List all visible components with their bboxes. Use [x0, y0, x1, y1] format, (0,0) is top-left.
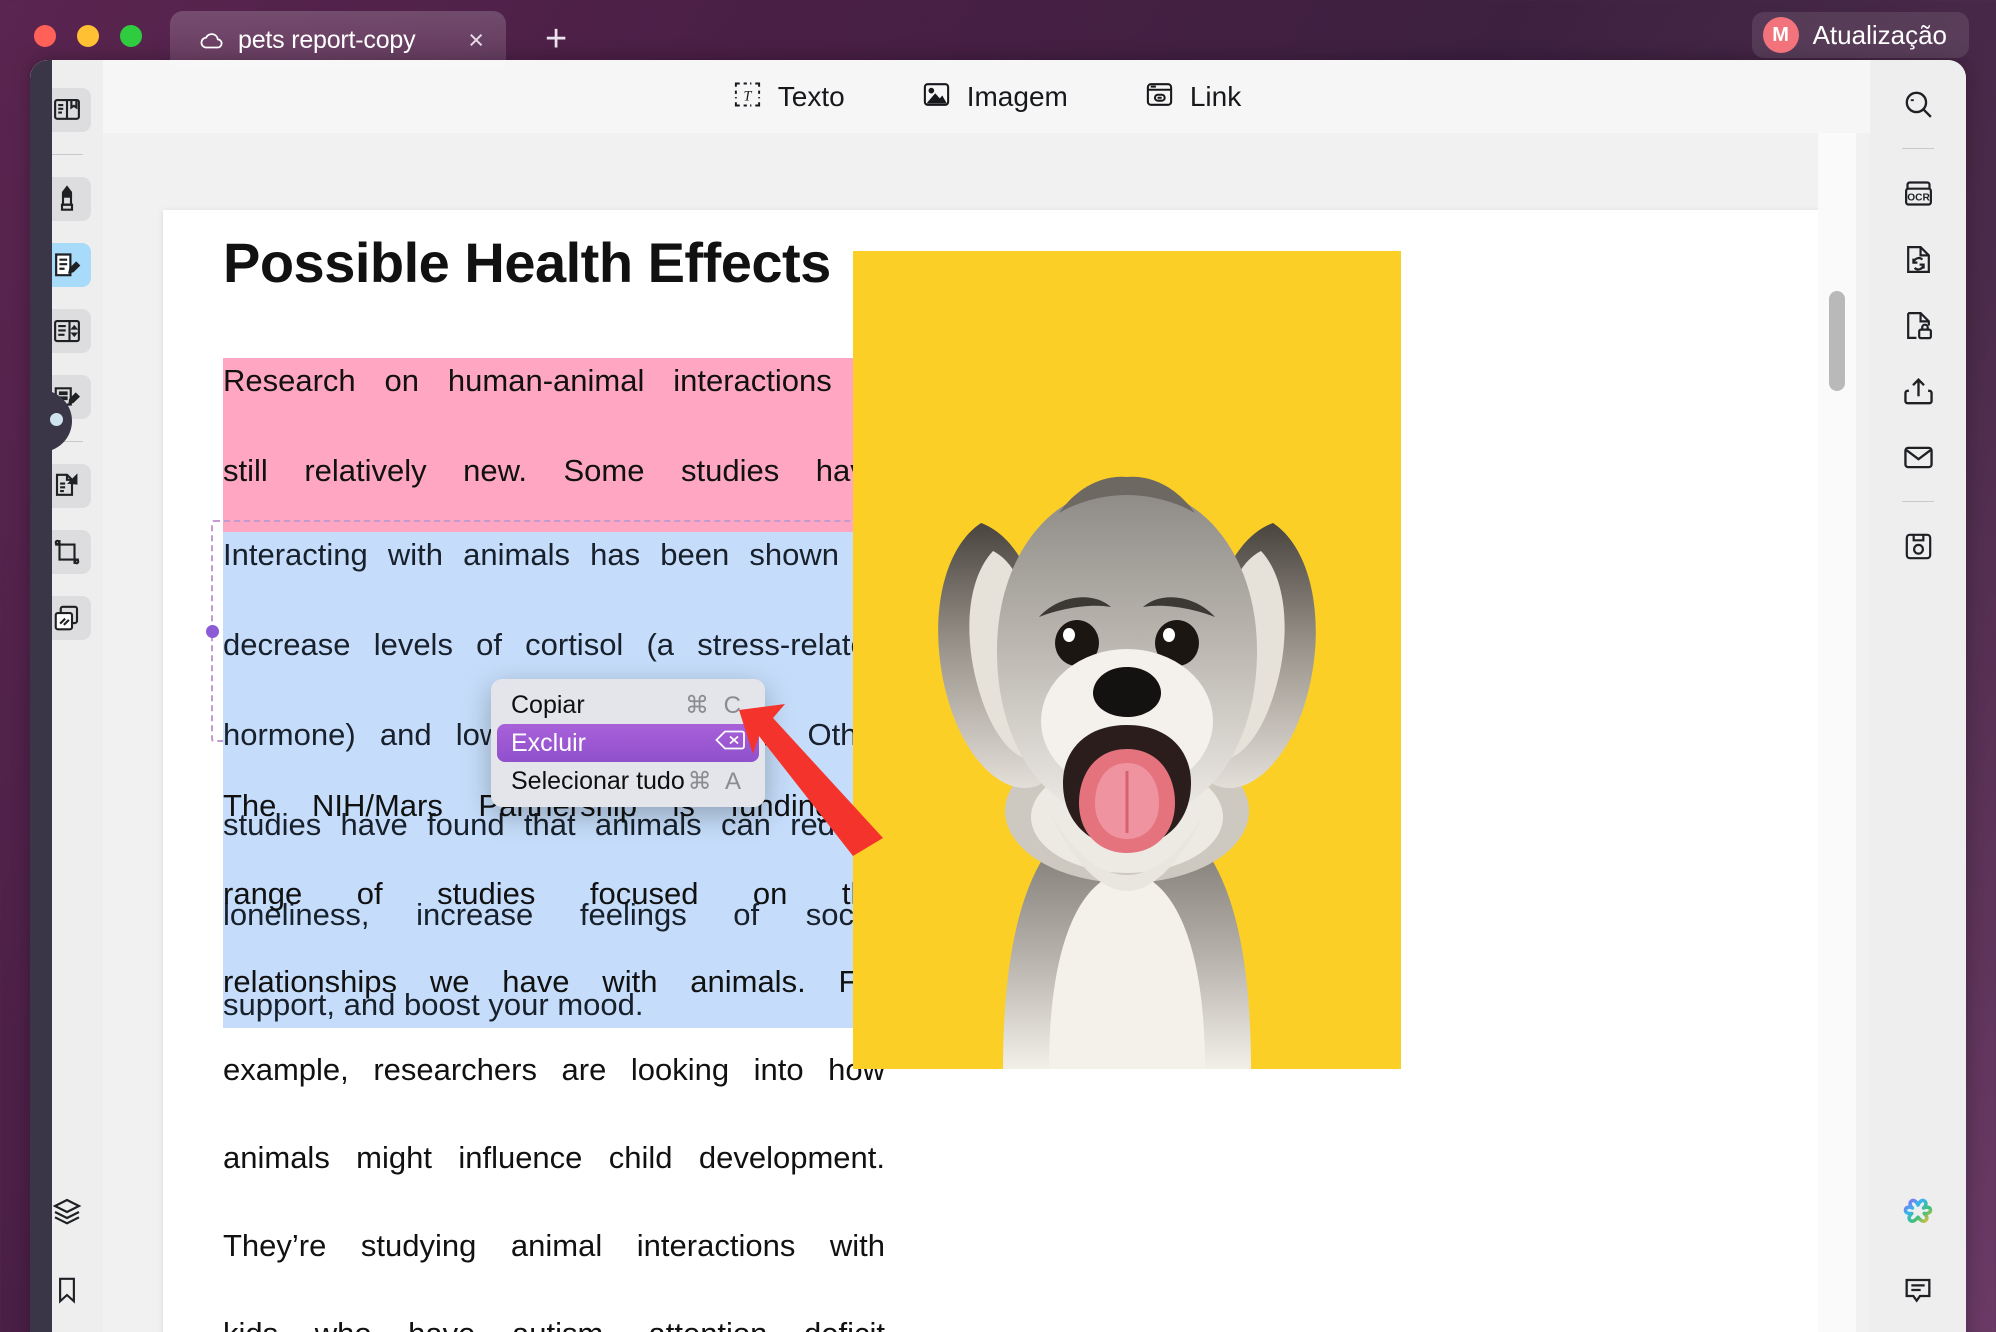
text-box-icon: T [732, 79, 763, 115]
convert-file-icon[interactable] [1894, 237, 1942, 281]
document-scrollbar[interactable] [1818, 133, 1856, 1332]
paragraph-line: animals might influence child developmen… [223, 1136, 885, 1224]
document-page[interactable]: Possible Health Effects Research on huma… [163, 210, 1837, 1332]
avatar: M [1763, 17, 1799, 53]
mail-icon[interactable] [1894, 435, 1942, 479]
app-window: T Texto Imagem [30, 60, 1966, 1332]
menu-item-label: Copiar [511, 691, 685, 720]
paragraph-line: They’re studying animal interactions wit… [223, 1224, 885, 1312]
rail-separator [1902, 501, 1934, 502]
menu-item-shortcut: ⌘ A [688, 767, 745, 796]
close-icon[interactable]: × [464, 27, 488, 54]
menu-item-label: Excluir [511, 729, 715, 758]
right-toolbar-rail: OCR [1870, 60, 1966, 1332]
paragraph-line: range of studies focused on the [223, 872, 885, 960]
image-icon [921, 79, 952, 115]
context-menu[interactable]: Copiar ⌘ C Excluir Selecionar tudo ⌘ A [491, 679, 765, 807]
traffic-lights [34, 25, 142, 47]
insert-toolbar: T Texto Imagem [103, 60, 1870, 133]
document-tab[interactable]: pets report-copy × [170, 11, 506, 70]
window-titlebar: pets report-copy × + M Atualização [0, 0, 1996, 70]
context-menu-item-excluir[interactable]: Excluir [497, 724, 759, 762]
sidebar-collapse-handle[interactable] [50, 413, 63, 426]
context-menu-item-copiar[interactable]: Copiar ⌘ C [497, 686, 759, 724]
maximize-window-button[interactable] [120, 25, 142, 47]
scrollbar-thumb[interactable] [1829, 291, 1845, 391]
paragraph-line: relationships we have with animals. For [223, 960, 885, 1048]
paragraph-line: Research on human-animal interactions is [223, 358, 883, 448]
minimize-window-button[interactable] [77, 25, 99, 47]
link-card-icon [1144, 79, 1175, 115]
context-menu-item-selecionar-tudo[interactable]: Selecionar tudo ⌘ A [497, 762, 759, 800]
account-label: Atualização [1813, 20, 1947, 51]
toolbar-item-imagem[interactable]: Imagem [921, 79, 1068, 115]
comment-icon[interactable] [1894, 1268, 1942, 1312]
close-window-button[interactable] [34, 25, 56, 47]
save-disk-icon[interactable] [1894, 524, 1942, 568]
rail-separator [51, 154, 83, 155]
cloud-icon [198, 30, 225, 52]
new-tab-button[interactable]: + [545, 20, 567, 58]
svg-text:T: T [743, 88, 752, 104]
tab-title: pets report-copy [238, 26, 451, 55]
paragraph-line: Interacting with animals has been shown … [223, 532, 885, 622]
plain-paragraph[interactable]: The NIH/Mars Partnership is funding a ra… [223, 784, 885, 1332]
page-title: Possible Health Effects [223, 230, 831, 295]
svg-text:OCR: OCR [1907, 192, 1930, 203]
toolbar-label: Texto [778, 81, 845, 113]
menu-item-shortcut: ⌘ C [685, 691, 745, 720]
dog-photo [853, 251, 1401, 1069]
paragraph-line: kids who have autism, attention deficit [223, 1312, 885, 1332]
toolbar-label: Link [1190, 81, 1241, 113]
ai-assistant-icon[interactable] [1894, 1190, 1942, 1234]
resize-handle-left[interactable] [206, 625, 219, 638]
document-canvas[interactable]: Possible Health Effects Research on huma… [103, 133, 1870, 1332]
window-edge-strip [30, 60, 52, 1332]
toolbar-label: Imagem [967, 81, 1068, 113]
share-icon[interactable] [1894, 369, 1942, 413]
document-image[interactable] [853, 251, 1401, 1069]
ocr-icon[interactable]: OCR [1894, 171, 1942, 215]
protect-file-icon[interactable] [1894, 303, 1942, 347]
menu-item-label: Selecionar tudo [511, 767, 688, 796]
rail-separator [1902, 148, 1934, 149]
delete-backspace-icon [715, 729, 745, 758]
toolbar-item-texto[interactable]: T Texto [732, 79, 845, 115]
search-icon[interactable] [1894, 82, 1942, 126]
account-update-chip[interactable]: M Atualização [1752, 12, 1969, 58]
paragraph-line: example, researchers are looking into ho… [223, 1048, 885, 1136]
toolbar-item-link[interactable]: Link [1144, 79, 1241, 115]
